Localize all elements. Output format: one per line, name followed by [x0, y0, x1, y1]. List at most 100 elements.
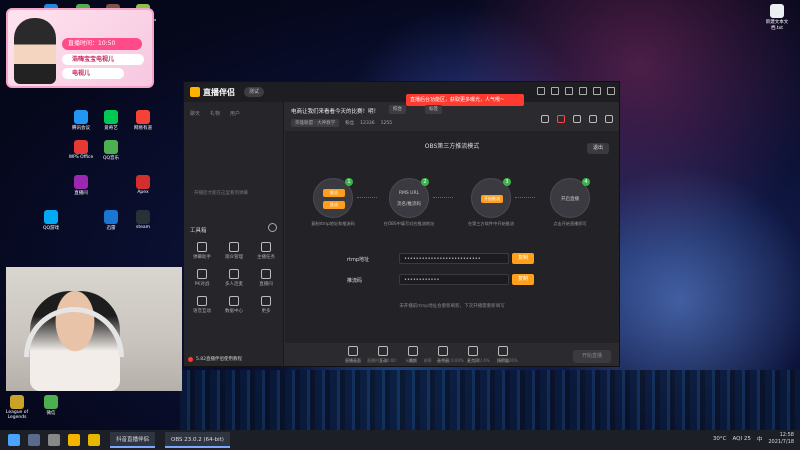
likes-count: 1255: [380, 120, 393, 126]
desktop-icon[interactable]: 直播间: [66, 175, 96, 196]
mic-link-icon: [229, 269, 239, 279]
league-icon: [10, 395, 24, 409]
step-connector: [515, 197, 535, 198]
speaker-icon: [498, 346, 508, 356]
app-logo: 直播伴侣: [190, 86, 235, 98]
message-icon[interactable]: [537, 87, 545, 95]
beta-badge[interactable]: 测试: [244, 87, 265, 97]
tool-item[interactable]: 直播间: [250, 269, 282, 287]
step-caption: 在第三方软件中开始推流: [467, 221, 515, 226]
tag-badge[interactable]: 综合: [389, 105, 406, 114]
bell-icon[interactable]: [589, 115, 597, 123]
step-caption: 点击开始直播即可: [553, 221, 587, 226]
dictionary-icon: [136, 110, 150, 124]
search-icon[interactable]: [28, 434, 40, 446]
window-controls: [537, 87, 615, 95]
meeting-icon: [74, 110, 88, 124]
desktop-icon[interactable]: 迅雷: [96, 210, 126, 231]
desktop-icon[interactable]: WPS Office: [66, 140, 96, 160]
desktop-icon[interactable]: 爱奇艺: [96, 110, 126, 131]
tab-chat[interactable]: 聊天: [190, 110, 200, 117]
stat-item: 码率: [405, 358, 414, 363]
webcam-feed: [6, 267, 182, 391]
room-title[interactable]: 电商让我们来看看今天的比赛！明！: [291, 107, 379, 115]
stat-item: 内存 26%: [499, 358, 518, 363]
obs-mode-stage: OBS第三方推流模式 退出 1 推流 推流 2 RMS URL 流名/推流码 3…: [285, 131, 619, 343]
taskbar-app[interactable]: 抖音直播伴侣: [110, 432, 156, 448]
room-controls: [541, 115, 613, 123]
tool-item[interactable]: 更多: [250, 296, 282, 314]
wechat-icon: [44, 395, 58, 409]
desktop-icon[interactable]: QQ音乐: [96, 140, 126, 161]
close-icon[interactable]: [607, 87, 615, 95]
tab-users[interactable]: 用户: [230, 110, 240, 117]
mic-icon: [468, 346, 478, 356]
tool-item[interactable]: 语音互动: [186, 296, 218, 314]
screen-icon: [348, 346, 358, 356]
left-panel: 聊天 礼物 用户 开播后才能在这里看到弹幕 工具箱 弹幕助手 观众管理 主播任务…: [184, 102, 284, 366]
tag-badge[interactable]: 标签: [425, 105, 442, 114]
clock[interactable]: 12:58 2021/7/18: [768, 432, 794, 446]
copy-key-button[interactable]: 复制: [512, 274, 534, 285]
tool-item[interactable]: 弹幕助手: [186, 242, 218, 260]
menu-icon[interactable]: [565, 87, 573, 95]
windows-start-icon[interactable]: [8, 434, 20, 446]
gear-icon[interactable]: [268, 223, 277, 232]
tool-item[interactable]: 数据中心: [218, 296, 250, 314]
ime-indicator[interactable]: 中: [757, 435, 763, 443]
stat-item: CPU 4%: [473, 358, 490, 363]
refresh-tip: 未开播前rtmp地址会重新刷新，下次开播需重新填写: [399, 304, 505, 309]
rtmp-field[interactable]: ••••••••••••••••••••••••••: [399, 253, 509, 264]
mode-title: OBS第三方推流模式: [424, 143, 480, 150]
maximize-icon[interactable]: [593, 87, 601, 95]
steam-icon: [136, 210, 150, 224]
minimize-icon[interactable]: [579, 87, 587, 95]
desktop-icon[interactable]: 网易有道: [128, 110, 158, 131]
folder-icon[interactable]: [88, 434, 100, 446]
live-companion-window: 直播伴侣 测试 直播后台功能区，获取更多曝光，人气哦~ 聊天 礼物 用户 开播后…: [183, 81, 620, 367]
alert-dot-icon: [188, 356, 193, 362]
weather-temp[interactable]: 30°C: [713, 436, 727, 442]
chrome-icon[interactable]: [68, 434, 80, 446]
title-bar: 直播伴侣 测试: [184, 82, 619, 102]
tool-item[interactable]: 多人连麦: [218, 269, 250, 287]
interact-icon: [378, 346, 388, 356]
tutorial-link[interactable]: 5.82直播伴侣使用教程: [188, 356, 242, 362]
tool-item[interactable]: PK对战: [186, 269, 218, 287]
tool-item[interactable]: 主播任务: [250, 242, 282, 260]
music-icon: [104, 140, 118, 154]
rtmp-label: rtmp地址: [347, 257, 370, 263]
qq-game-icon: [44, 210, 58, 224]
step-caption: 复制rtmp地址和推流码: [311, 221, 355, 226]
task-view-icon[interactable]: [48, 434, 60, 446]
desktop-icon[interactable]: Apex: [128, 175, 158, 195]
category-chip[interactable]: 英雄联盟 · 大神教学: [291, 119, 340, 127]
share-icon[interactable]: [605, 115, 613, 123]
gift-icon[interactable]: [557, 115, 565, 123]
taskbar-app[interactable]: OBS 23.0.2 (64-bit): [165, 432, 230, 448]
tool-item[interactable]: 观众管理: [218, 242, 250, 260]
desktop-icon[interactable]: 微信: [36, 395, 66, 416]
stream-key-field[interactable]: ••••••••••••: [399, 274, 509, 285]
tab-gifts[interactable]: 礼物: [210, 110, 220, 117]
system-tray: 30°C AQI 25 中 12:58 2021/7/18: [713, 432, 794, 446]
chat-empty-hint: 开播后才能在这里看到弹幕: [194, 191, 248, 196]
text-file-icon: [770, 4, 784, 18]
wps-icon: [74, 140, 88, 154]
desktop-icon[interactable]: 新建文本文档.txt: [762, 4, 792, 31]
overlay-line: 电视儿: [62, 68, 124, 79]
task-icon: [261, 242, 271, 252]
copy-rtmp-button[interactable]: 复制: [512, 253, 534, 264]
desktop-icon[interactable]: League of Legends: [2, 395, 32, 420]
settings-icon[interactable]: [551, 87, 559, 95]
stream-key-label: 推流码: [347, 278, 363, 284]
cart-icon[interactable]: [573, 115, 581, 123]
lock-icon[interactable]: [541, 115, 549, 123]
main-panel: 电商让我们来看看今天的比赛！明！ 综合 标签 英雄联盟 · 大神教学 粉丝 12…: [285, 102, 619, 366]
exit-button[interactable]: 退出: [586, 143, 609, 154]
desktop-icon[interactable]: QQ游戏: [36, 210, 66, 231]
desktop-icon[interactable]: steam: [128, 210, 158, 230]
aqi-label: AQI 25: [732, 436, 751, 442]
desktop-icon[interactable]: 腾讯会议: [66, 110, 96, 131]
room-icon: [261, 269, 271, 279]
